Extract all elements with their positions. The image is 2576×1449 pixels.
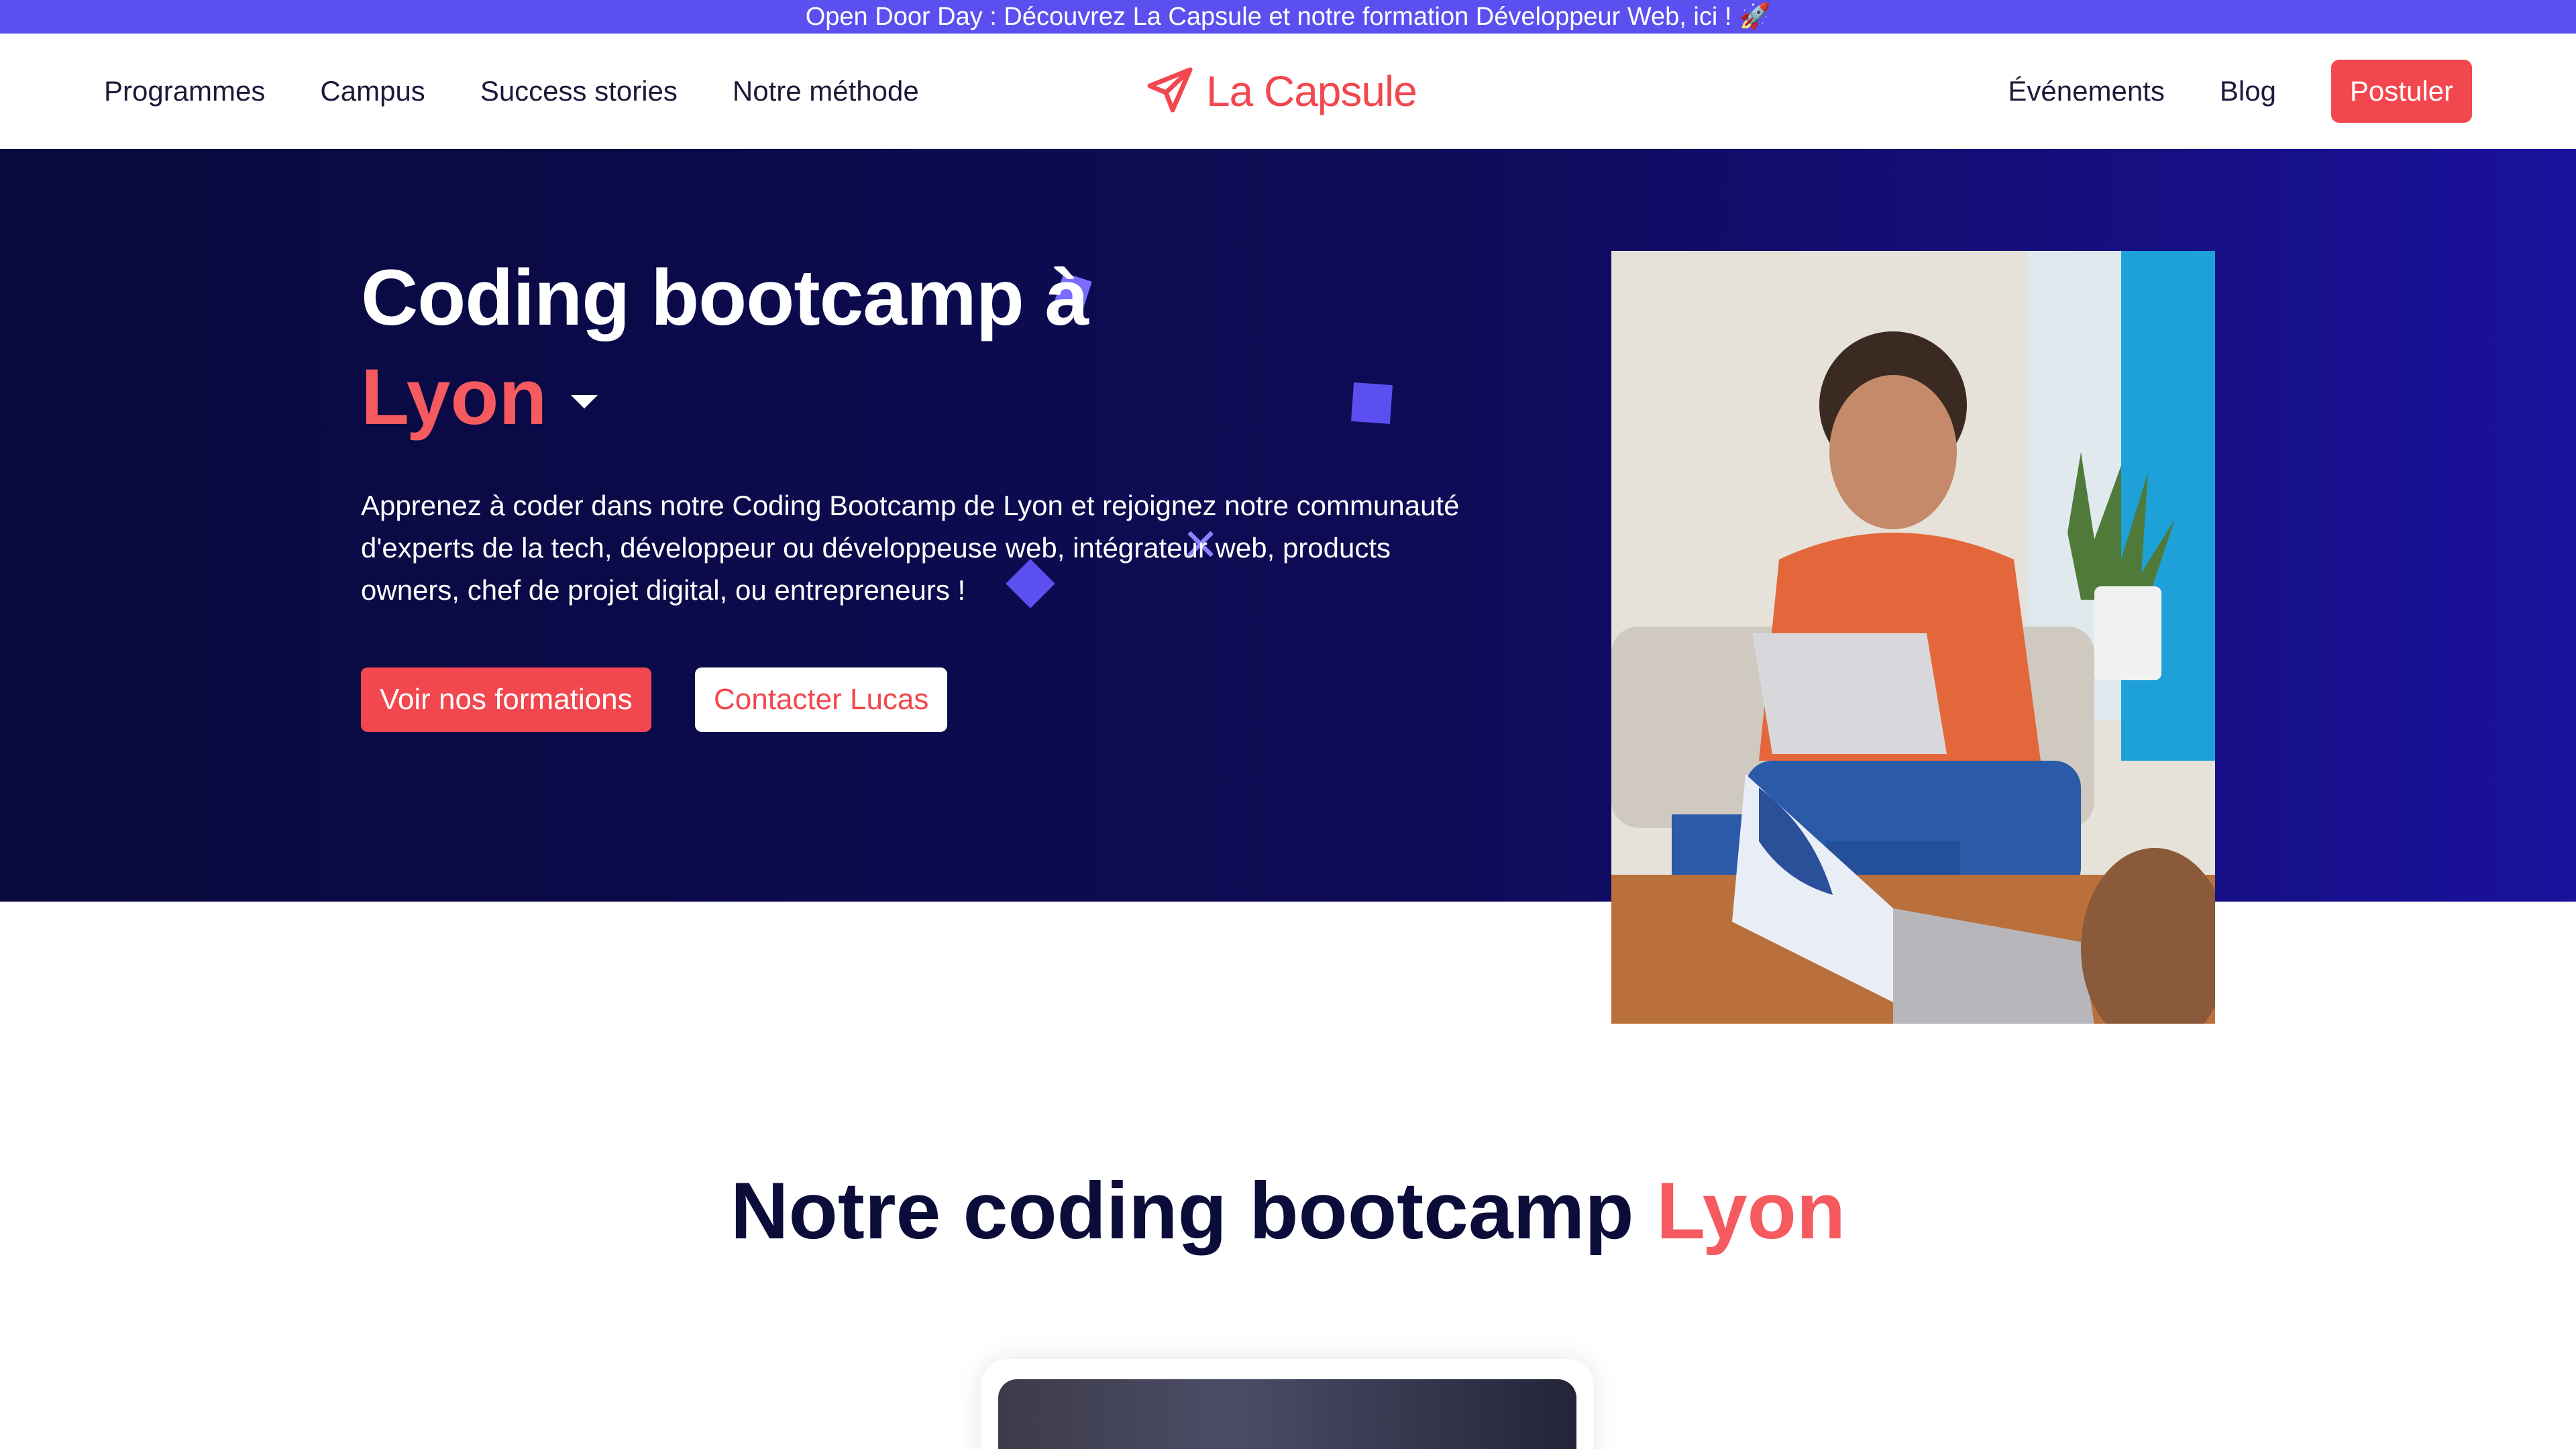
caret-down-icon[interactable] <box>571 395 598 409</box>
announcement-text[interactable]: Open Door Day : Découvrez La Capsule et … <box>806 3 1771 31</box>
logo[interactable]: La Capsule <box>1146 63 1417 119</box>
campus-card-image <box>998 1379 1576 1449</box>
nav-left: Programmes Campus Success stories Notre … <box>104 34 919 149</box>
nav-link-evenements[interactable]: Événements <box>2008 75 2164 107</box>
nav-right: Événements Blog Postuler <box>2008 34 2472 149</box>
nav-link-blog[interactable]: Blog <box>2220 75 2276 107</box>
navbar: Programmes Campus Success stories Notre … <box>0 34 2576 149</box>
hero-description: Apprenez à coder dans notre Coding Bootc… <box>361 490 1460 606</box>
campus-card[interactable] <box>981 1359 1594 1449</box>
logo-text: La Capsule <box>1206 67 1417 115</box>
contacter-button[interactable]: Contacter Lucas <box>695 667 948 732</box>
nav-link-notre-methode[interactable]: Notre méthode <box>733 75 919 107</box>
section-title-main: Notre coding bootcamp <box>730 1166 1634 1256</box>
city-name[interactable]: Lyon <box>361 347 547 447</box>
nav-link-programmes[interactable]: Programmes <box>104 75 265 107</box>
voir-formations-button[interactable]: Voir nos formations <box>361 667 651 732</box>
postuler-button[interactable]: Postuler <box>2330 60 2472 123</box>
nav-link-success-stories[interactable]: Success stories <box>480 75 678 107</box>
hero-photo <box>1611 251 2215 1024</box>
nav-link-campus[interactable]: Campus <box>320 75 425 107</box>
paper-plane-icon <box>1146 66 1194 117</box>
section-title-accent: Lyon <box>1656 1166 1846 1256</box>
decorative-square <box>1351 382 1393 424</box>
hero-title: Coding bootcamp à <box>361 254 1089 342</box>
announcement-banner[interactable]: Open Door Day : Découvrez La Capsule et … <box>0 0 2576 34</box>
section-title: Notre coding bootcamp Lyon <box>0 1161 2576 1261</box>
city-selector[interactable]: Lyon <box>361 347 598 447</box>
